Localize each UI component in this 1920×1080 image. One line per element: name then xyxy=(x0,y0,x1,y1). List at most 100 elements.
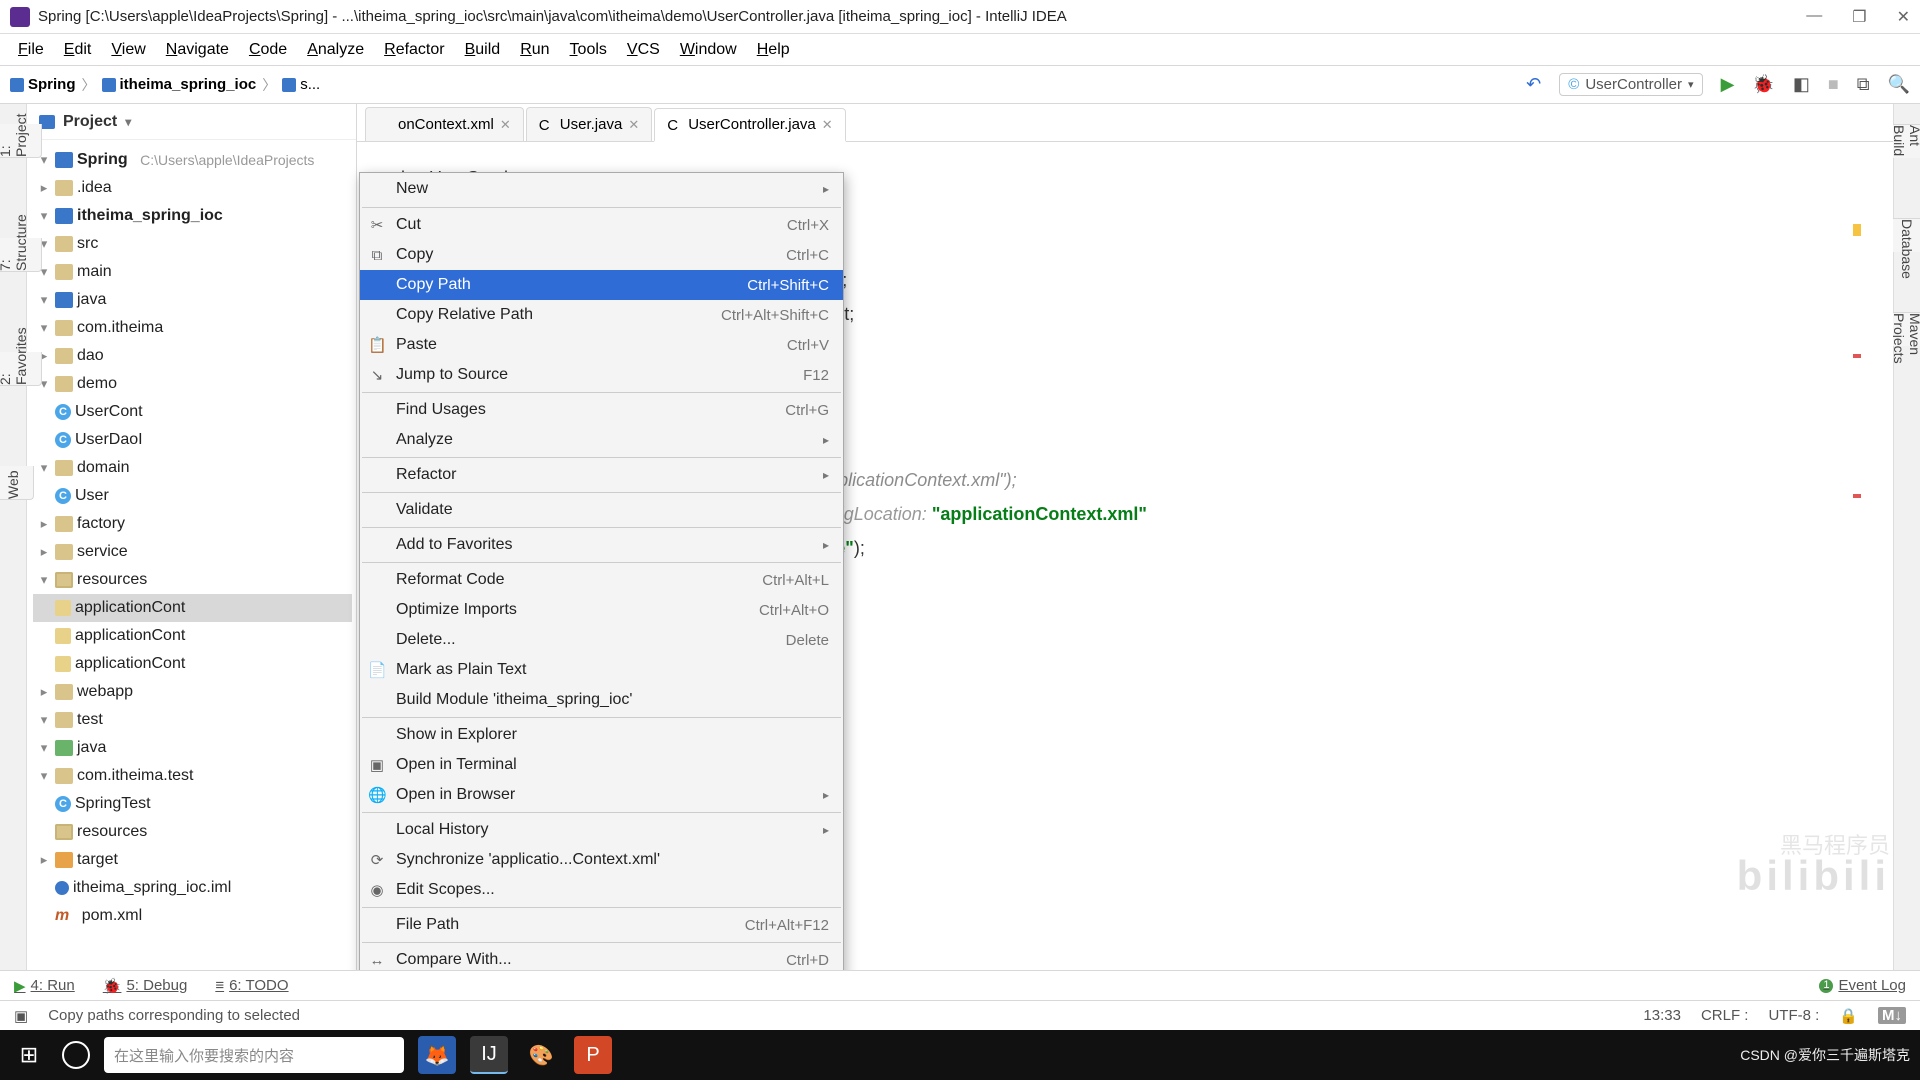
close-icon[interactable]: ✕ xyxy=(628,117,639,133)
ctx-optimize[interactable]: Optimize ImportsCtrl+Alt+O xyxy=(360,595,843,625)
ctx-validate[interactable]: Validate xyxy=(360,495,843,525)
tree-service[interactable]: ▸service xyxy=(33,538,352,566)
project-header[interactable]: Project ▾ xyxy=(27,104,356,140)
menu-refactor[interactable]: Refactor xyxy=(374,37,454,63)
ctx-local-history[interactable]: Local History▸ xyxy=(360,815,843,845)
crumb-root[interactable]: Spring xyxy=(28,76,76,93)
tree-src[interactable]: ▾src xyxy=(33,230,352,258)
tree-main[interactable]: ▾main xyxy=(33,258,352,286)
ctx-find-usages[interactable]: Find UsagesCtrl+G xyxy=(360,395,843,425)
app-paint-icon[interactable]: 🎨 xyxy=(522,1036,560,1074)
ctx-compare[interactable]: ↔Compare With...Ctrl+D xyxy=(360,945,843,970)
menu-tools[interactable]: Tools xyxy=(560,37,617,63)
menu-file[interactable]: File xyxy=(8,37,54,63)
tree-pom[interactable]: m pom.xml xyxy=(33,902,352,930)
tree-factory[interactable]: ▸factory xyxy=(33,510,352,538)
tab-user[interactable]: CUser.java✕ xyxy=(526,107,652,141)
ctx-reformat[interactable]: Reformat CodeCtrl+Alt+L xyxy=(360,565,843,595)
search-icon[interactable]: 🔍 xyxy=(1888,74,1910,95)
tree-resources[interactable]: ▾resources xyxy=(33,566,352,594)
ctx-new[interactable]: New▸ xyxy=(360,173,843,205)
status-encoding[interactable]: UTF-8 : xyxy=(1768,1007,1819,1024)
ctx-explorer[interactable]: Show in Explorer xyxy=(360,720,843,750)
run-config-dropdown[interactable]: © UserController ▾ xyxy=(1559,73,1702,96)
maximize-icon[interactable]: ❐ xyxy=(1852,7,1866,27)
menu-navigate[interactable]: Navigate xyxy=(156,37,239,63)
tree-testjava[interactable]: ▾java xyxy=(33,734,352,762)
tree-root[interactable]: ▾Spring C:\Users\apple\IdeaProjects xyxy=(33,146,352,174)
ctx-sync[interactable]: ⟳Synchronize 'applicatio...Context.xml' xyxy=(360,845,843,875)
tree-test[interactable]: ▾test xyxy=(33,706,352,734)
tree-userdao[interactable]: CUserDaoI xyxy=(33,426,352,454)
tw-favorites[interactable]: 2: Favorites xyxy=(0,352,42,386)
menu-window[interactable]: Window xyxy=(670,37,747,63)
ctx-cut[interactable]: ✂CutCtrl+X xyxy=(360,210,843,240)
tree-testpkg[interactable]: ▾com.itheima.test xyxy=(33,762,352,790)
tree-java[interactable]: ▾java xyxy=(33,286,352,314)
ctx-delete[interactable]: Delete...Delete xyxy=(360,625,843,655)
ctx-jump[interactable]: ↘Jump to SourceF12 xyxy=(360,360,843,390)
tree-appctx3[interactable]: applicationCont xyxy=(33,650,352,678)
tree-pkg[interactable]: ▾com.itheima xyxy=(33,314,352,342)
tab-oncontext[interactable]: onContext.xml✕ xyxy=(365,107,524,141)
tree-domain[interactable]: ▾domain xyxy=(33,454,352,482)
ctx-copy-path[interactable]: Copy PathCtrl+Shift+C xyxy=(360,270,843,300)
app-intellij-icon[interactable]: IJ xyxy=(470,1036,508,1074)
app-firefox-icon[interactable]: 🦊 xyxy=(418,1036,456,1074)
tree-springtest[interactable]: CSpringTest xyxy=(33,790,352,818)
ctx-copy[interactable]: ⧉CopyCtrl+C xyxy=(360,240,843,270)
status-man-icon[interactable]: M↓ xyxy=(1878,1007,1906,1024)
run-icon[interactable]: ▶ xyxy=(1721,74,1735,95)
tree-appctx1[interactable]: applicationCont xyxy=(33,594,352,622)
tree-appctx2[interactable]: applicationCont xyxy=(33,622,352,650)
status-position[interactable]: 13:33 xyxy=(1643,1007,1681,1024)
tree-idea[interactable]: ▸.idea xyxy=(33,174,352,202)
tree-module[interactable]: ▾itheima_spring_ioc xyxy=(33,202,352,230)
menu-build[interactable]: Build xyxy=(455,37,511,63)
ctx-favorites[interactable]: Add to Favorites▸ xyxy=(360,530,843,560)
crumb-module[interactable]: itheima_spring_ioc xyxy=(120,76,257,93)
menu-analyze[interactable]: Analyze xyxy=(297,37,374,63)
menu-view[interactable]: View xyxy=(101,37,155,63)
ctx-browser[interactable]: 🌐Open in Browser▸ xyxy=(360,780,843,810)
tw-structure[interactable]: 7: Structure xyxy=(0,238,42,272)
back-icon[interactable]: ↶ xyxy=(1526,74,1541,95)
ctx-filepath[interactable]: File PathCtrl+Alt+F12 xyxy=(360,910,843,940)
ctx-copy-relative[interactable]: Copy Relative PathCtrl+Alt+Shift+C xyxy=(360,300,843,330)
tree-target[interactable]: ▸target xyxy=(33,846,352,874)
cortana-icon[interactable] xyxy=(62,1041,90,1069)
start-icon[interactable]: ⊞ xyxy=(10,1036,48,1074)
debug-icon[interactable]: 🐞 xyxy=(1752,74,1774,95)
close-icon[interactable]: ✕ xyxy=(822,117,833,133)
stop-icon[interactable]: ■ xyxy=(1828,74,1839,95)
tw-debug[interactable]: 🐞5: Debug xyxy=(103,977,188,995)
ctx-build-module[interactable]: Build Module 'itheima_spring_ioc' xyxy=(360,685,843,715)
status-lock-icon[interactable]: 🔒 xyxy=(1839,1007,1858,1025)
menu-vcs[interactable]: VCS xyxy=(617,37,670,63)
system-tray[interactable]: CSDN @爱你三千遍斯塔克 xyxy=(1740,1045,1910,1065)
app-powerpoint-icon[interactable]: P xyxy=(574,1036,612,1074)
ctx-refactor[interactable]: Refactor▸ xyxy=(360,460,843,490)
project-tree[interactable]: ▾Spring C:\Users\apple\IdeaProjects ▸.id… xyxy=(27,140,356,970)
minimize-icon[interactable]: — xyxy=(1806,7,1822,27)
menu-help[interactable]: Help xyxy=(747,37,800,63)
ctx-scopes[interactable]: ◉Edit Scopes... xyxy=(360,875,843,905)
tree-user[interactable]: CUser xyxy=(33,482,352,510)
tree-webapp[interactable]: ▸webapp xyxy=(33,678,352,706)
chevron-down-icon[interactable]: ▾ xyxy=(125,115,131,129)
taskbar-search[interactable]: 在这里输入你要搜索的内容 xyxy=(104,1037,404,1073)
tw-project[interactable]: 1: Project xyxy=(0,124,42,158)
tree-usercont[interactable]: CUserCont xyxy=(33,398,352,426)
ctx-terminal[interactable]: ▣Open in Terminal xyxy=(360,750,843,780)
tw-web[interactable]: Web xyxy=(0,466,34,500)
coverage-icon[interactable]: ◧ xyxy=(1793,74,1810,95)
ctx-plain[interactable]: 📄Mark as Plain Text xyxy=(360,655,843,685)
status-crlf[interactable]: CRLF : xyxy=(1701,1007,1749,1024)
tw-eventlog[interactable]: 1Event Log xyxy=(1819,977,1906,994)
structure-icon[interactable]: ⧉ xyxy=(1857,74,1870,95)
menu-run[interactable]: Run xyxy=(510,37,559,63)
ctx-paste[interactable]: 📋PasteCtrl+V xyxy=(360,330,843,360)
tree-dao[interactable]: ▸dao xyxy=(33,342,352,370)
tab-usercontroller[interactable]: CUserController.java✕ xyxy=(654,108,845,142)
menu-code[interactable]: Code xyxy=(239,37,297,63)
